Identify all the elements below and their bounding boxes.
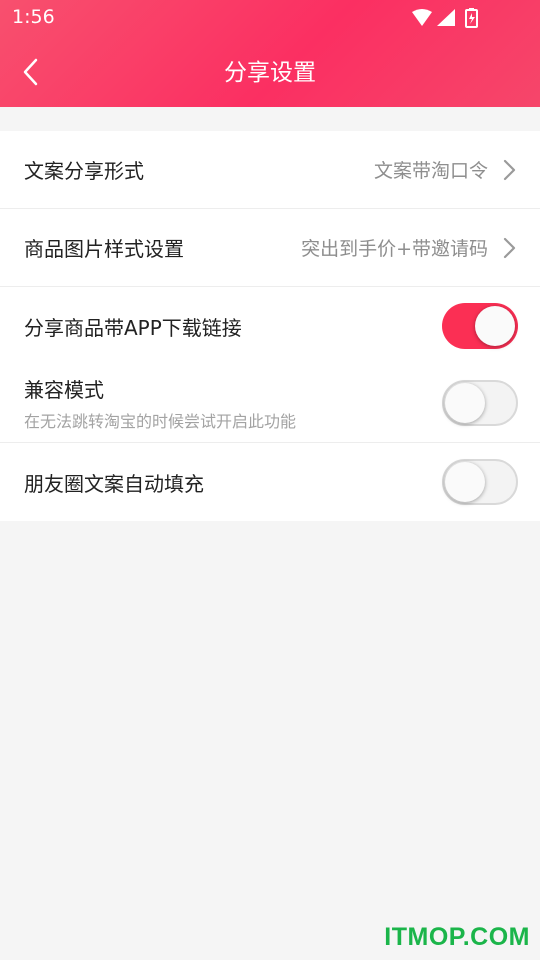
compat-mode-description: 在无法跳转淘宝的时候尝试开启此功能	[24, 412, 297, 431]
app-link-row: 分享商品带APP下载链接	[0, 287, 540, 365]
battery-icon	[465, 8, 478, 28]
settings-group-misc: 兼容模式 在无法跳转淘宝的时候尝试开启此功能 朋友圈文案自动填充	[0, 364, 540, 521]
toggle-knob	[475, 306, 515, 346]
app-header: 1:56 分享设置	[0, 0, 540, 107]
watermark: ITMOP.COM	[384, 923, 530, 951]
toggle-knob	[445, 462, 485, 502]
chevron-right-icon	[503, 237, 516, 258]
page-title: 分享设置	[224, 60, 316, 86]
compat-mode-toggle[interactable]	[442, 380, 518, 426]
toggle-knob	[445, 383, 485, 423]
settings-group-share: 文案分享形式 文案带淘口令 商品图片样式设置 突出到手价+带邀请码 分享商品带A…	[0, 131, 540, 365]
image-style-label: 商品图片样式设置	[24, 237, 184, 261]
status-icons	[412, 8, 478, 28]
share-format-label: 文案分享形式	[24, 159, 144, 183]
moments-autofill-toggle[interactable]	[442, 459, 518, 505]
app-link-label: 分享商品带APP下载链接	[24, 315, 242, 340]
wifi-icon	[412, 9, 432, 26]
share-format-value: 文案带淘口令	[373, 160, 488, 182]
moments-autofill-label: 朋友圈文案自动填充	[24, 471, 204, 496]
moments-autofill-row: 朋友圈文案自动填充	[0, 443, 540, 521]
image-style-value: 突出到手价+带邀请码	[301, 238, 488, 260]
compat-mode-label: 兼容模式	[24, 378, 104, 402]
compat-mode-row: 兼容模式 在无法跳转淘宝的时候尝试开启此功能	[0, 364, 540, 443]
signal-icon	[437, 9, 455, 26]
chevron-right-icon	[503, 159, 516, 180]
share-format-row[interactable]: 文案分享形式 文案带淘口令	[0, 131, 540, 209]
image-style-row[interactable]: 商品图片样式设置 突出到手价+带邀请码	[0, 209, 540, 287]
status-bar: 1:56	[0, 0, 540, 36]
status-time: 1:56	[12, 6, 55, 28]
app-link-toggle[interactable]	[442, 303, 518, 349]
